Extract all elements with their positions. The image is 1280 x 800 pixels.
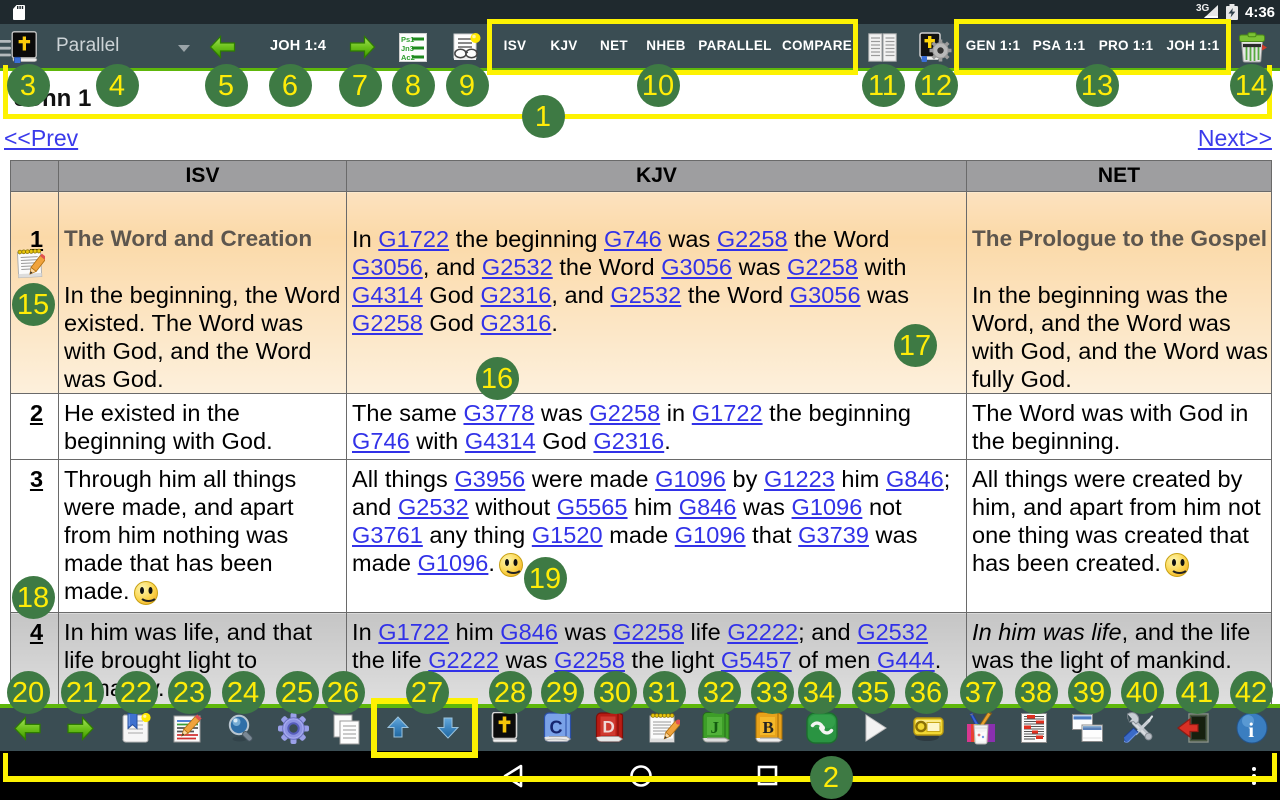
svg-text:J: J xyxy=(711,718,720,737)
svg-text:i: i xyxy=(1248,718,1254,742)
svg-text:C: C xyxy=(550,718,563,738)
svg-text:B: B xyxy=(763,718,774,737)
svg-text:D: D xyxy=(603,718,615,737)
svg-text:Jn3: Jn3 xyxy=(401,44,414,53)
